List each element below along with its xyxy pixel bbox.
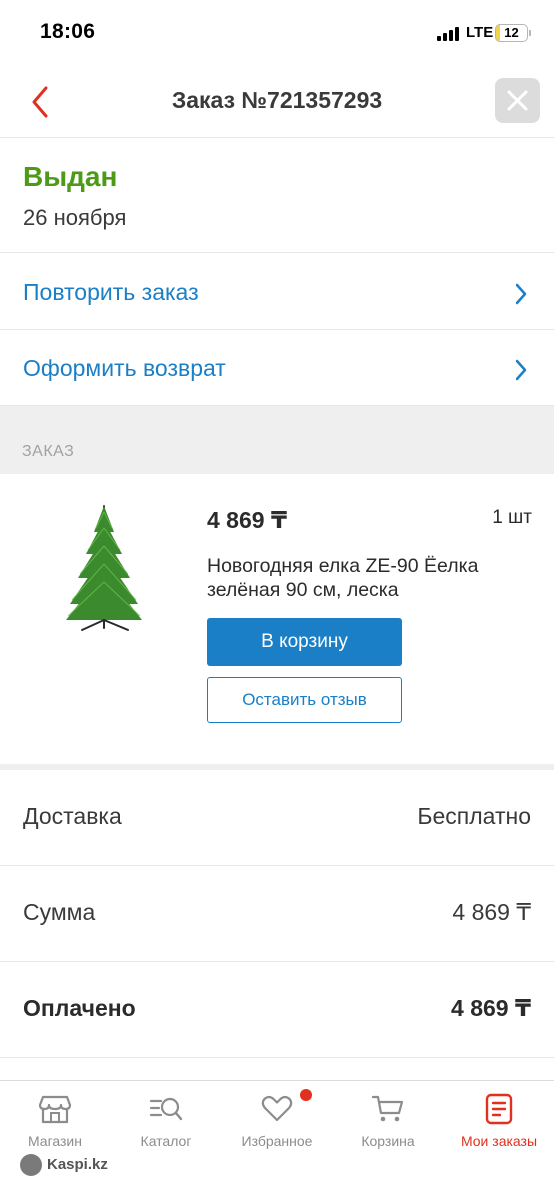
nav-bar: Заказ №721357293 <box>0 66 554 138</box>
product-name[interactable]: Новогодняя елка ZE-90 Ёелка зелёная 90 с… <box>207 554 527 602</box>
heart-icon <box>261 1095 293 1122</box>
return-order-label: Оформить возврат <box>23 355 226 381</box>
sum-value: 4 869 ₸ <box>452 899 531 925</box>
tab-favorites-label: Избранное <box>241 1133 313 1149</box>
sum-label: Сумма <box>23 899 96 925</box>
orders-icon <box>485 1093 513 1125</box>
bottom-tab-bar: Магазин Каталог Избранное Корзина Мои за… <box>0 1080 554 1200</box>
battery-level: 12 <box>504 25 519 40</box>
order-status-section: Выдан 26 ноября <box>0 139 554 253</box>
battery-icon: 12 <box>495 24 528 42</box>
return-order-row[interactable]: Оформить возврат <box>0 330 554 406</box>
section-header-label: ЗАКАЗ <box>22 443 75 460</box>
tab-store[interactable]: Магазин <box>0 1081 110 1161</box>
order-item: 4 869 ₸ 1 шт Новогодняя елка ZE-90 Ёелка… <box>0 474 554 764</box>
order-status-label: Выдан <box>23 161 118 192</box>
order-status-date: 26 ноября <box>23 205 127 230</box>
leave-review-button[interactable]: Оставить отзыв <box>207 677 402 723</box>
tab-store-label: Магазин <box>27 1133 82 1149</box>
watermark-text: Kaspi.kz <box>47 1156 108 1173</box>
order-section-header: ЗАКАЗ <box>0 406 554 474</box>
store-icon <box>38 1095 72 1124</box>
page-title: Заказ №721357293 <box>171 87 383 113</box>
favorites-badge <box>300 1089 312 1101</box>
tab-catalog-label: Каталог <box>140 1133 192 1149</box>
product-quantity: 1 шт <box>492 507 532 528</box>
status-time: 18:06 <box>40 20 96 43</box>
catalog-search-icon <box>149 1097 183 1121</box>
tab-cart-label: Корзина <box>361 1133 415 1149</box>
tab-favorites[interactable]: Избранное <box>222 1081 332 1161</box>
kaspi-logo-icon <box>20 1154 42 1176</box>
close-button[interactable] <box>495 78 540 123</box>
network-type: LTE <box>466 24 494 41</box>
close-icon <box>507 90 528 111</box>
sum-row: Сумма 4 869 ₸ <box>0 866 554 962</box>
paid-label: Оплачено <box>23 995 136 1021</box>
tab-my-orders-label: Мои заказы <box>460 1133 538 1149</box>
delivery-row: Доставка Бесплатно <box>0 770 554 866</box>
delivery-value: Бесплатно <box>417 803 531 829</box>
chevron-right-icon <box>515 283 527 305</box>
paid-value: 4 869 ₸ <box>451 995 531 1021</box>
repeat-order-row[interactable]: Повторить заказ <box>0 254 554 330</box>
repeat-order-label: Повторить заказ <box>23 279 199 305</box>
product-price: 4 869 ₸ <box>207 507 287 533</box>
battery-tip <box>529 30 531 36</box>
cart-icon <box>371 1095 404 1122</box>
paid-row: Оплачено 4 869 ₸ <box>0 962 554 1058</box>
tab-catalog[interactable]: Каталог <box>111 1081 221 1161</box>
signal-icon <box>437 27 459 41</box>
product-image[interactable] <box>52 502 156 634</box>
tab-my-orders[interactable]: Мои заказы <box>444 1081 554 1161</box>
chevron-right-icon <box>515 359 527 381</box>
add-to-cart-button[interactable]: В корзину <box>207 618 402 666</box>
delivery-label: Доставка <box>23 803 122 829</box>
status-bar: 18:06 LTE 12 <box>0 0 554 66</box>
tab-cart[interactable]: Корзина <box>333 1081 443 1161</box>
